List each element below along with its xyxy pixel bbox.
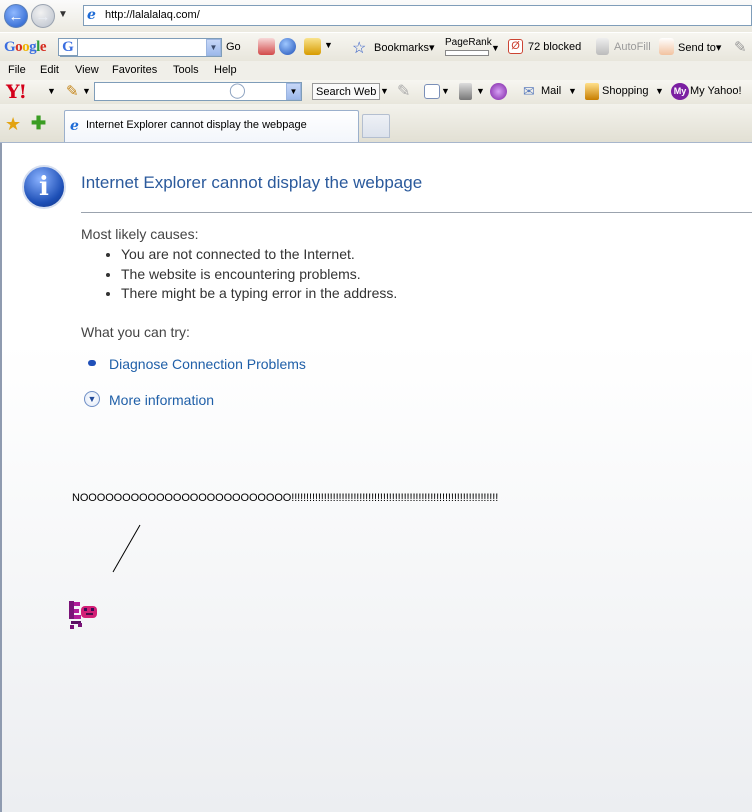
shopping-icon — [585, 83, 599, 100]
favorites-star-icon[interactable]: ★ — [5, 114, 21, 135]
window-dropdown-icon[interactable]: ▼ — [441, 86, 450, 96]
mail-button[interactable]: Mail — [541, 85, 561, 97]
pencil-icon[interactable]: ✎ — [734, 38, 747, 56]
send-to-button[interactable]: Send to▾ — [678, 41, 721, 54]
back-arrow-icon: ← — [8, 7, 24, 25]
highlight-icon[interactable] — [304, 38, 321, 55]
send-to-icon — [659, 38, 674, 55]
address-url[interactable]: http://lalalalaq.com/ — [105, 9, 200, 21]
menu-tools[interactable]: Tools — [173, 64, 199, 76]
yahoo-logo[interactable]: Y! — [6, 81, 27, 103]
ie-page-icon: e — [70, 118, 79, 134]
google-search-dropdown[interactable]: ▼ — [206, 39, 221, 56]
yahoo-search-dropdown[interactable]: ▼ — [286, 83, 301, 100]
tab-bar: ★ ✚ e Internet Explorer cannot display t… — [0, 104, 752, 143]
pagerank-label: PageRank — [445, 37, 492, 48]
list-item: The website is encountering problems. — [121, 265, 397, 285]
my-yahoo-icon: My — [671, 83, 689, 100]
yahoo-search-input[interactable]: ◯ — [94, 82, 302, 101]
address-toolbar: ← → ▼ e http://lalalalaq.com/ — [0, 0, 752, 32]
search-web-button[interactable]: Search Web — [312, 83, 381, 100]
mail-dropdown-icon[interactable]: ▼ — [568, 86, 577, 96]
headphones-icon[interactable] — [490, 83, 507, 100]
popups-blocked-count[interactable]: 72 blocked — [528, 41, 581, 53]
tab-current[interactable]: e Internet Explorer cannot display the w… — [64, 110, 359, 142]
menu-favorites[interactable]: Favorites — [112, 64, 157, 76]
bullet-icon — [88, 360, 96, 366]
popup-blocker-icon: Ø — [508, 39, 523, 54]
yahoo-toolbar: Y! ▼ ✎ ▼ ◯ ▼ Search Web ▼ ✎ ▼ ▼ ✉ Mail ▼… — [0, 80, 752, 104]
info-icon: i — [22, 165, 66, 209]
google-go-button[interactable]: Go — [226, 41, 241, 53]
window-icon[interactable] — [424, 84, 440, 99]
causes-heading: Most likely causes: — [81, 226, 199, 242]
page-title: Internet Explorer cannot display the web… — [81, 173, 423, 192]
list-item: You are not connected to the Internet. — [121, 245, 397, 265]
error-page: i Internet Explorer cannot display the w… — [0, 143, 752, 812]
recent-pages-dropdown[interactable]: ▼ — [58, 9, 68, 20]
google-g-icon[interactable]: G — [58, 38, 78, 56]
add-favorite-icon[interactable]: ✚ — [31, 113, 46, 134]
menu-file[interactable]: File — [8, 64, 26, 76]
antispy-dropdown-icon[interactable]: ▼ — [476, 86, 485, 96]
scrawled-shout-text: NOOOOOOOOOOOOOOOOOOOOOOOOO!!!!!!!!!!!!!!… — [72, 492, 499, 504]
google-search-input[interactable] — [60, 38, 222, 57]
google-toolbar: Google G ▼ Go ▼ ☆ Bookmarks▾ PageRank ▼ … — [0, 32, 752, 61]
autofill-icon — [596, 38, 609, 55]
send-to-label: Send to — [678, 42, 716, 54]
menu-view[interactable]: View — [75, 64, 99, 76]
address-bar[interactable]: e http://lalalalaq.com/ — [83, 5, 752, 26]
shopping-button[interactable]: Shopping — [602, 85, 649, 97]
expand-down-icon[interactable]: ▼ — [84, 391, 100, 407]
diagnose-connection-link[interactable]: Diagnose Connection Problems — [109, 356, 306, 372]
back-button[interactable]: ← — [4, 4, 28, 28]
eraser-icon[interactable]: ✎ — [397, 81, 410, 101]
pagerank-bar — [445, 50, 489, 56]
pencil-icon[interactable]: ✎ — [66, 82, 79, 100]
causes-list: You are not connected to the Internet. T… — [105, 245, 397, 304]
browser-chrome: ← → ▼ e http://lalalalaq.com/ Google G ▼… — [0, 0, 752, 143]
title-divider — [81, 212, 752, 213]
globe-icon[interactable] — [279, 38, 296, 55]
ie-page-icon: e — [87, 7, 96, 23]
magnifier-icon: ◯ — [229, 82, 246, 99]
mail-icon: ✉ — [523, 83, 535, 99]
creature-sprite-drawing — [69, 601, 97, 629]
bookmarks-label: Bookmarks — [374, 42, 430, 54]
forward-arrow-icon: → — [35, 7, 51, 25]
menu-bar: File Edit View Favorites Tools Help — [0, 61, 752, 80]
shopping-dropdown-icon[interactable]: ▼ — [655, 86, 664, 96]
news-icon[interactable] — [258, 38, 275, 55]
yahoo-menu-dropdown-icon[interactable]: ▼ — [47, 86, 56, 96]
pencil-dropdown-icon[interactable]: ▼ — [82, 86, 91, 96]
bookmarks-button[interactable]: Bookmarks▾ — [374, 41, 435, 54]
speech-line-drawing — [112, 524, 141, 573]
forward-button[interactable]: → — [31, 4, 55, 28]
try-heading: What you can try: — [81, 324, 190, 340]
bookmarks-star-icon: ☆ — [352, 40, 367, 57]
google-logo[interactable]: Google — [4, 39, 47, 56]
pagerank-dropdown-icon[interactable]: ▼ — [491, 43, 500, 53]
search-web-dropdown-icon[interactable]: ▼ — [380, 86, 389, 96]
menu-help[interactable]: Help — [214, 64, 237, 76]
autofill-button[interactable]: AutoFill — [614, 41, 651, 53]
tab-title: Internet Explorer cannot display the web… — [86, 119, 307, 131]
list-item: There might be a typing error in the add… — [121, 284, 397, 304]
highlight-dropdown-icon[interactable]: ▼ — [324, 40, 333, 50]
new-tab-button[interactable] — [362, 114, 390, 138]
more-information-link[interactable]: More information — [109, 392, 214, 408]
menu-edit[interactable]: Edit — [40, 64, 59, 76]
my-yahoo-button[interactable]: My Yahoo! — [690, 85, 742, 97]
antispy-icon[interactable] — [459, 83, 472, 100]
